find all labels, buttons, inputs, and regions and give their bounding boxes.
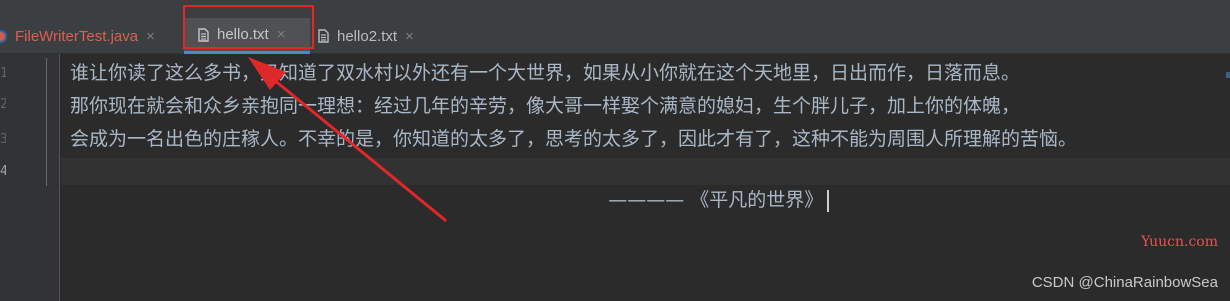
text-line[interactable]: 会成为一名出色的庄稼人。不幸的是，你知道的太多了，思考的太多了，因此才有了，这种… [70,126,1077,153]
scrollbar-marker[interactable] [1226,72,1230,78]
line-number: 3 [0,132,6,147]
book-title-line: ———— 《平凡的世界》 [608,189,824,211]
text-line[interactable]: 谁让你读了这么多书，又知道了双水村以外还有一个大世界，如果从小你就在这个天地里，… [70,60,1020,87]
line-number-current: 4 [0,164,6,179]
tab-label: FileWriterTest.java [15,27,139,45]
text-caret [827,189,830,212]
close-icon[interactable]: × [277,27,286,42]
text-editor[interactable]: 谁让你读了这么多书，又知道了双水村以外还有一个大世界，如果从小你就在这个天地里，… [61,54,1230,301]
tab-filewritertest-java[interactable]: FileWriterTest.java × [0,18,182,54]
line-number-gutter[interactable]: 1 2 3 4 [0,54,60,301]
close-icon[interactable]: × [146,29,155,44]
site-watermark: Yuucn.com [1141,234,1218,250]
java-class-icon [0,29,7,43]
ide-window: FileWriterTest.java × hello.txt × hello2… [0,0,1230,301]
text-file-icon [198,27,209,42]
text-file-icon [318,29,329,43]
tab-label: hello2.txt [337,27,398,45]
line-number: 2 [0,97,6,112]
tab-hello2-txt[interactable]: hello2.txt × [318,18,438,54]
text-line[interactable]: 那你现在就会和众乡亲抱同一理想：经过几年的辛劳，像大哥一样娶个满意的媳妇，生个胖… [70,93,1020,120]
close-icon[interactable]: × [405,29,414,44]
line-number: 1 [0,66,6,81]
author-watermark: CSDN @ChinaRainbowSea [1031,274,1218,291]
text-line[interactable]: ———— 《平凡的世界》 [572,160,830,241]
fold-guide [46,58,59,186]
editor-tab-bar: FileWriterTest.java × hello.txt × hello2… [0,0,1230,54]
tab-label: hello.txt [217,26,269,43]
tab-hello-txt[interactable]: hello.txt × [184,18,310,54]
